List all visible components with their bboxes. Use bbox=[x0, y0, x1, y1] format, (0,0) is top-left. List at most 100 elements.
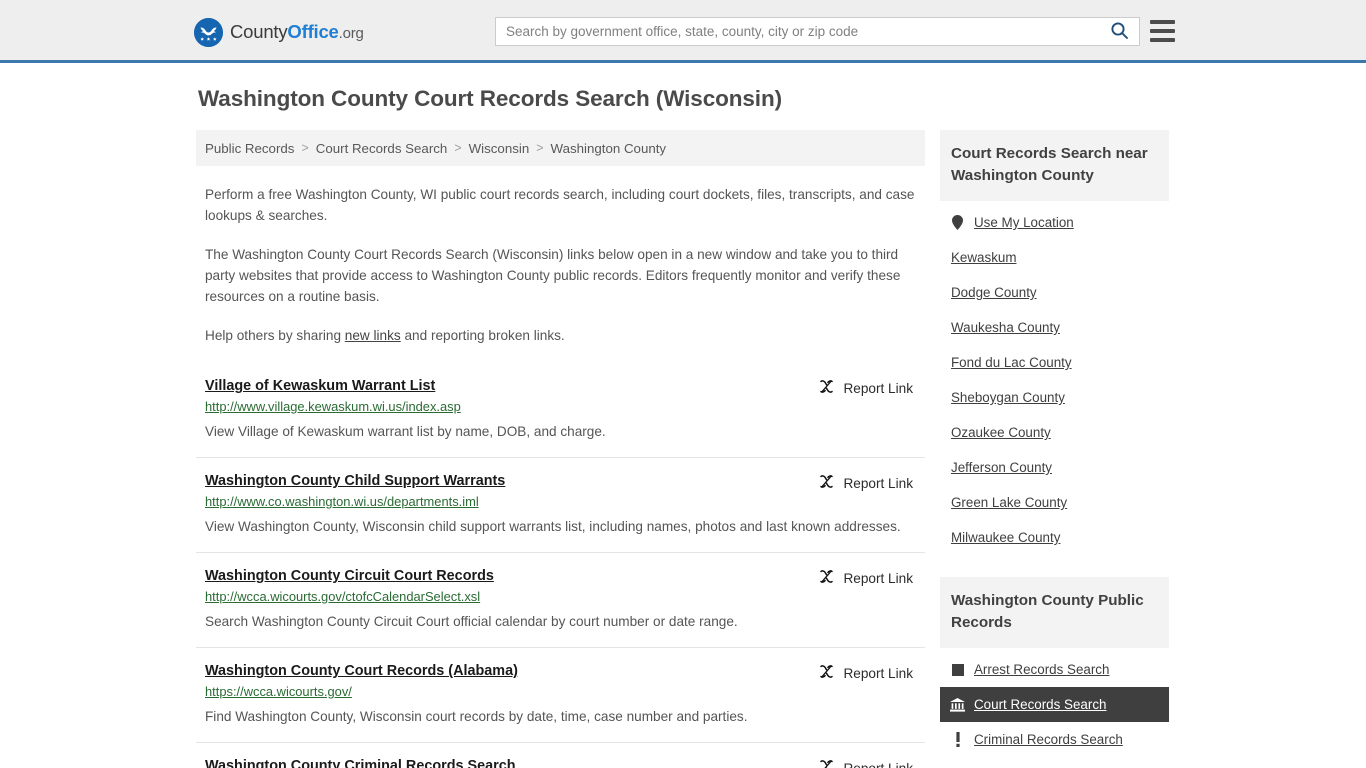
main-content: Public Records > Court Records Search > … bbox=[196, 130, 925, 768]
sidebar-link-label: Fond du Lac County bbox=[951, 355, 1072, 370]
result-description: View Washington County, Wisconsin child … bbox=[205, 519, 901, 534]
result-header: Village of Kewaskum Warrant List Report … bbox=[205, 377, 916, 398]
report-link-button[interactable]: Report Link bbox=[818, 663, 916, 683]
result-title-link[interactable]: Washington County Criminal Records Searc… bbox=[205, 757, 516, 768]
results-list: Village of Kewaskum Warrant List Report … bbox=[196, 369, 925, 768]
sidebar-link-green-lake-county[interactable]: Green Lake County bbox=[940, 485, 1169, 520]
sidebar-nearby-list: Use My Location Kewaskum Dodge County Wa… bbox=[940, 205, 1169, 555]
sidebar-link-waukesha-county[interactable]: Waukesha County bbox=[940, 310, 1169, 345]
result-url[interactable]: http://wcca.wicourts.gov/ctofcCalendarSe… bbox=[205, 589, 480, 604]
new-links-link[interactable]: new links bbox=[345, 328, 401, 343]
broken-link-icon bbox=[818, 473, 835, 493]
breadcrumb-item-washington-county[interactable]: Washington County bbox=[551, 141, 667, 156]
sidebar-link-label: Kewaskum bbox=[951, 250, 1017, 265]
courthouse-icon bbox=[950, 697, 965, 712]
sidebar-link-fond-du-lac-county[interactable]: Fond du Lac County bbox=[940, 345, 1169, 380]
sidebar-item-driving-records-search[interactable]: Driving Records Search bbox=[940, 757, 1169, 768]
site-logo[interactable]: CountyOffice.org bbox=[194, 18, 364, 47]
logo-text-org: .org bbox=[338, 25, 364, 43]
sidebar-link-kewaskum[interactable]: Kewaskum bbox=[940, 240, 1169, 275]
breadcrumb: Public Records > Court Records Search > … bbox=[196, 130, 925, 166]
sidebar-link-milwaukee-county[interactable]: Milwaukee County bbox=[940, 520, 1169, 555]
report-link-button[interactable]: Report Link bbox=[818, 378, 916, 398]
result-item: Village of Kewaskum Warrant List Report … bbox=[196, 369, 925, 457]
result-description: View Village of Kewaskum warrant list by… bbox=[205, 424, 606, 439]
breadcrumb-separator: > bbox=[301, 141, 309, 155]
intro-paragraph-1: Perform a free Washington County, WI pub… bbox=[205, 187, 915, 223]
result-title-link[interactable]: Washington County Child Support Warrants bbox=[205, 472, 505, 491]
result-url[interactable]: http://www.village.kewaskum.wi.us/index.… bbox=[205, 399, 461, 414]
report-link-label: Report Link bbox=[843, 570, 913, 586]
report-link-label: Report Link bbox=[843, 475, 913, 491]
sidebar-nearby-heading: Court Records Search near Washington Cou… bbox=[940, 130, 1169, 201]
site-header: CountyOffice.org bbox=[0, 0, 1366, 63]
sidebar-link-label: Green Lake County bbox=[951, 495, 1068, 510]
broken-link-icon bbox=[818, 378, 835, 398]
sidebar-link-label: Ozaukee County bbox=[951, 425, 1051, 440]
intro-paragraph-3: Help others by sharing new links and rep… bbox=[205, 325, 916, 346]
page-title: Washington County Court Records Search (… bbox=[198, 86, 782, 111]
report-link-button[interactable]: Report Link bbox=[818, 473, 916, 493]
intro-p3-after: and reporting broken links. bbox=[400, 328, 565, 343]
square-badge-icon bbox=[950, 663, 965, 676]
broken-link-icon bbox=[818, 758, 835, 768]
sidebar: Court Records Search near Washington Cou… bbox=[940, 130, 1169, 768]
result-description: Search Washington County Circuit Court o… bbox=[205, 614, 738, 629]
search-bar bbox=[495, 17, 1140, 46]
broken-link-icon bbox=[818, 663, 835, 683]
broken-link-icon bbox=[818, 568, 835, 588]
result-header: Washington County Court Records (Alabama… bbox=[205, 662, 916, 683]
sidebar-use-my-location-label: Use My Location bbox=[974, 215, 1074, 230]
sidebar-link-jefferson-county[interactable]: Jefferson County bbox=[940, 450, 1169, 485]
map-pin-icon bbox=[950, 215, 965, 230]
intro-text: Perform a free Washington County, WI pub… bbox=[196, 184, 925, 346]
intro-paragraph-2: The Washington County Court Records Sear… bbox=[205, 247, 901, 304]
report-link-button[interactable]: Report Link bbox=[818, 568, 916, 588]
sidebar-link-ozaukee-county[interactable]: Ozaukee County bbox=[940, 415, 1169, 450]
result-title-link[interactable]: Washington County Circuit Court Records bbox=[205, 567, 494, 586]
sidebar-link-label: Dodge County bbox=[951, 285, 1037, 300]
result-url[interactable]: https://wcca.wicourts.gov/ bbox=[205, 684, 352, 699]
result-title-link[interactable]: Washington County Court Records (Alabama… bbox=[205, 662, 518, 681]
report-link-label: Report Link bbox=[843, 380, 913, 396]
sidebar-link-label: Jefferson County bbox=[951, 460, 1052, 475]
breadcrumb-item-court-records-search[interactable]: Court Records Search bbox=[316, 141, 448, 156]
search-input[interactable] bbox=[496, 18, 1099, 45]
eagle-shield-icon bbox=[194, 18, 223, 47]
sidebar-link-label: Sheboygan County bbox=[951, 390, 1065, 405]
sidebar-link-dodge-county[interactable]: Dodge County bbox=[940, 275, 1169, 310]
page-body: Washington County Court Records Search (… bbox=[0, 63, 1366, 768]
sidebar-item-arrest-records-search[interactable]: Arrest Records Search bbox=[940, 652, 1169, 687]
result-url[interactable]: http://www.co.washington.wi.us/departmen… bbox=[205, 494, 479, 509]
site-logo-text: CountyOffice.org bbox=[230, 23, 364, 42]
search-button[interactable] bbox=[1099, 18, 1139, 45]
report-link-button[interactable]: Report Link bbox=[818, 758, 916, 768]
sidebar-link-label: Waukesha County bbox=[951, 320, 1060, 335]
sidebar-link-sheboygan-county[interactable]: Sheboygan County bbox=[940, 380, 1169, 415]
sidebar-item-label: Criminal Records Search bbox=[974, 732, 1123, 747]
breadcrumb-separator: > bbox=[454, 141, 462, 155]
result-header: Washington County Circuit Court Records … bbox=[205, 567, 916, 588]
logo-text-office: Office bbox=[287, 21, 339, 43]
search-icon bbox=[1110, 21, 1129, 43]
result-header: Washington County Child Support Warrants… bbox=[205, 472, 916, 493]
hamburger-menu-icon[interactable] bbox=[1150, 20, 1175, 42]
sidebar-item-label: Arrest Records Search bbox=[974, 662, 1110, 677]
sidebar-link-label: Milwaukee County bbox=[951, 530, 1061, 545]
breadcrumb-separator: > bbox=[536, 141, 544, 155]
sidebar-use-my-location[interactable]: Use My Location bbox=[940, 205, 1169, 240]
result-item: Washington County Child Support Warrants… bbox=[196, 457, 925, 552]
exclamation-icon bbox=[950, 732, 965, 747]
sidebar-item-court-records-search[interactable]: Court Records Search bbox=[940, 687, 1169, 722]
hamburger-bar bbox=[1150, 29, 1175, 33]
result-item: Washington County Circuit Court Records … bbox=[196, 552, 925, 647]
breadcrumb-item-public-records[interactable]: Public Records bbox=[205, 141, 294, 156]
sidebar-item-criminal-records-search[interactable]: Criminal Records Search bbox=[940, 722, 1169, 757]
result-description: Find Washington County, Wisconsin court … bbox=[205, 709, 748, 724]
breadcrumb-item-wisconsin[interactable]: Wisconsin bbox=[469, 141, 530, 156]
report-link-label: Report Link bbox=[843, 665, 913, 681]
result-item: Washington County Court Records (Alabama… bbox=[196, 647, 925, 742]
result-title-link[interactable]: Village of Kewaskum Warrant List bbox=[205, 377, 435, 396]
intro-p3-before: Help others by sharing bbox=[205, 328, 345, 343]
